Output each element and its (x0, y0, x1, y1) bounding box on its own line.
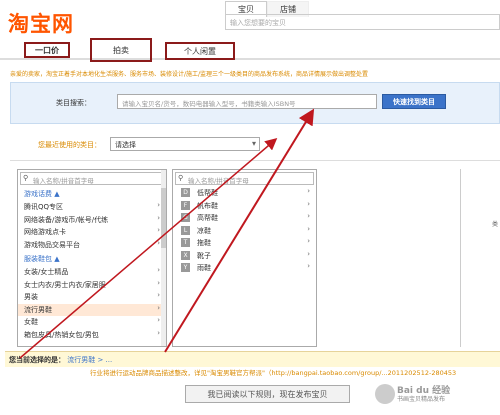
letter-badge: D (181, 188, 190, 197)
tab-fixed-price[interactable]: 一口价 (24, 42, 70, 58)
tab-auction[interactable]: 拍卖 (90, 38, 152, 62)
publish-button[interactable]: 我已阅读以下规则，现在发布宝贝 (185, 385, 350, 403)
category-item[interactable]: 女装/女士精品 › (18, 266, 166, 279)
column-1-search-input[interactable]: ⚲ 输入名称/拼音首字母 (20, 172, 164, 185)
chevron-right-icon: › (307, 212, 310, 220)
subcategory-item[interactable]: F 帆布鞋 › (173, 200, 316, 213)
tab-personal-idle[interactable]: 个人闲置 (165, 42, 235, 60)
category-item[interactable]: 网络装备/游戏币/帐号/代练 › (18, 214, 166, 227)
column-2-search-placeholder: 输入名称/拼音首字母 (188, 177, 249, 185)
scroll-thumb[interactable] (161, 188, 166, 248)
chevron-right-icon: › (307, 187, 310, 195)
category-column-4: 类 (460, 169, 500, 347)
subcategory-item[interactable]: T 拖鞋 › (173, 237, 316, 250)
chevron-right-icon: › (307, 262, 310, 270)
category-column-2: ⚲ 输入名称/拼音首字母 D 低帮鞋 › F 帆布鞋 › G 高帮鞋 › L 凉鞋 › T 拖鞋 ›… (172, 169, 317, 347)
category-column-1: ⚲ 输入名称/拼音首字母 游戏话费 ▲ 腾讯QQ专区 › 网络装备/游戏币/帐号/… (17, 169, 167, 347)
category-item[interactable]: 游戏物品交易平台 › (18, 239, 166, 252)
watermark-subtitle: 书画宝贝精品发布 (397, 396, 446, 403)
column-4-text: 类 (491, 221, 498, 228)
chevron-right-icon: › (157, 201, 160, 209)
letter-badge: L (181, 225, 190, 235)
taobao-logo[interactable]: 淘宝网 (8, 8, 74, 38)
seller-notice: 亲爱的卖家，淘宝正着手对本地化生活服务、服务市场、装修设计/施工/监理三个一级类… (10, 71, 369, 78)
search-input[interactable]: 输入您想要的宝贝 (225, 14, 500, 30)
category-item[interactable]: 女士内衣/男士内衣/家居服 › (18, 279, 166, 292)
subcategory-item[interactable]: D 低帮鞋 › (173, 187, 316, 200)
recent-category-label: 您最近使用的类目： (38, 141, 101, 149)
find-category-button[interactable]: 快速找到类目 (382, 94, 446, 109)
chevron-right-icon: › (157, 213, 160, 222)
chevron-right-icon: › (157, 266, 160, 274)
category-group-apparel[interactable]: 服装鞋包 ▲ (18, 252, 166, 266)
letter-badge: T (181, 238, 190, 247)
category-search-label: 类目搜索： (56, 99, 91, 107)
category-column-3 (322, 169, 448, 347)
subcategory-item[interactable]: G 高帮鞋 › (173, 212, 316, 225)
chevron-right-icon: › (157, 303, 160, 312)
recent-category-select[interactable]: 请选择 ▾ (110, 137, 260, 151)
current-selection-value: 流行男鞋 > ... (67, 356, 113, 364)
subcategory-item[interactable]: L 凉鞋 › (173, 225, 316, 238)
current-selection-label: 您当前选择的是： (9, 356, 65, 364)
chevron-right-icon: › (157, 238, 160, 247)
chevron-right-icon: › (307, 237, 310, 245)
category-item[interactable]: 网络游戏点卡 › (18, 226, 166, 239)
letter-badge: F (181, 200, 190, 210)
recent-category-value: 请选择 (115, 141, 136, 149)
category-item[interactable]: 腾讯QQ专区 › (18, 201, 166, 214)
column-2-search-input[interactable]: ⚲ 输入名称/拼音首字母 (175, 172, 314, 185)
letter-badge: G (181, 213, 190, 222)
column-1-scrollbar[interactable] (161, 170, 166, 346)
category-item-selected[interactable]: 流行男鞋 › (18, 303, 166, 316)
chevron-right-icon: › (307, 199, 310, 208)
current-selection-bar: 您当前选择的是： 流行男鞋 > ... (5, 351, 500, 367)
search-icon: ⚲ (23, 174, 29, 182)
category-group-games[interactable]: 游戏话费 ▲ (18, 187, 166, 201)
column-1-search-placeholder: 输入名称/拼音首字母 (33, 177, 94, 185)
category-search-input[interactable]: 请输入宝贝名/货号，数码电器输入型号，书籍类输入ISBN号 (117, 94, 377, 109)
chevron-right-icon: › (157, 291, 160, 299)
subcategory-item[interactable]: X 靴子 › (173, 250, 316, 263)
subcategory-item[interactable]: Y 雨鞋 › (173, 262, 316, 275)
chevron-down-icon: ▾ (251, 139, 256, 148)
chevron-right-icon: › (307, 224, 310, 233)
rule-notice: 行业将进行运动品牌商品描述整改，详见"淘宝男鞋官方帮派"（http://bang… (90, 369, 457, 377)
listing-type-tabs: 一口价 拍卖 个人闲置 (0, 38, 500, 62)
page: 淘宝网 宝贝 店铺 输入您想要的宝贝 一口价 拍卖 个人闲置 亲爱的卖家，淘宝正… (0, 0, 500, 415)
category-item[interactable]: 男装 › (18, 291, 166, 304)
chevron-right-icon: › (307, 249, 310, 258)
chevron-right-icon: › (157, 278, 160, 287)
watermark: Bai du 经验 书画宝贝精品发布 (375, 384, 495, 406)
chevron-right-icon: › (157, 316, 160, 324)
chevron-right-icon: › (157, 226, 160, 234)
letter-badge: X (181, 250, 190, 260)
letter-badge: Y (181, 263, 190, 272)
category-search-panel: 类目搜索： 请输入宝贝名/货号，数码电器输入型号，书籍类输入ISBN号 快速找到… (10, 82, 500, 124)
watermark-logo-icon (375, 384, 395, 404)
category-item[interactable]: 箱包皮具/热销女包/男包 › (18, 329, 166, 342)
chevron-right-icon: › (157, 328, 160, 337)
category-browser: ⚲ 输入名称/拼音首字母 游戏话费 ▲ 腾讯QQ专区 › 网络装备/游戏币/帐号/… (10, 160, 500, 347)
category-item[interactable]: 女鞋 › (18, 316, 166, 329)
search-icon: ⚲ (178, 174, 184, 182)
